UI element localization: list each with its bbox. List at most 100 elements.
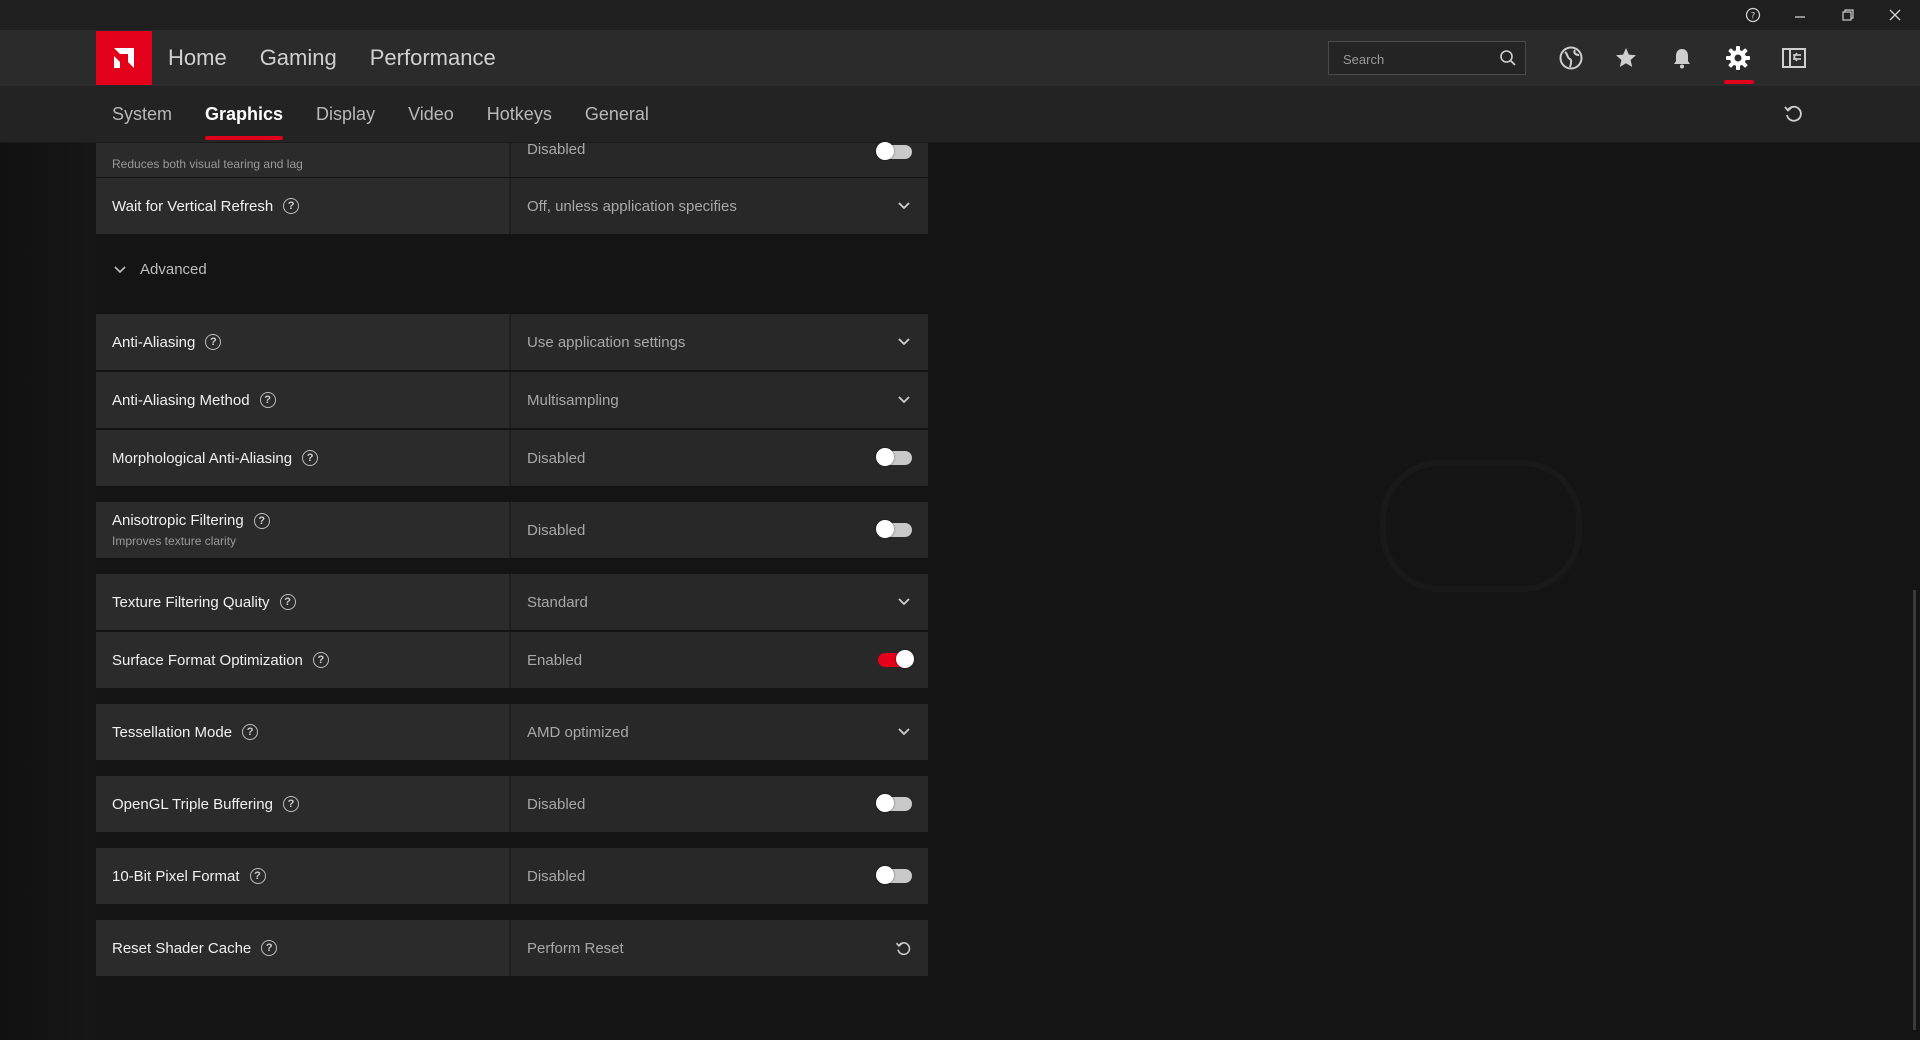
search-input[interactable] — [1329, 42, 1505, 76]
svg-text:?: ? — [1751, 12, 1756, 22]
chevron-down-icon — [898, 338, 910, 346]
setting-value: Multisampling — [527, 391, 619, 409]
star-icon — [1616, 48, 1636, 67]
settings-active-indicator — [1724, 80, 1754, 84]
chevron-down-icon — [898, 202, 910, 210]
setting-row-anti-aliasing: Anti-Aliasing ? Use application settings — [96, 314, 928, 370]
settings-subnav: System Graphics Display Video Hotkeys Ge… — [0, 86, 1920, 143]
help-icon[interactable]: ? — [249, 868, 266, 884]
search-box — [1328, 41, 1526, 76]
sidebar-toggle-button[interactable] — [1778, 42, 1810, 74]
setting-label: Reset Shader Cache — [112, 939, 252, 957]
setting-row-partial: Reduces both visual tearing and lag Disa… — [96, 141, 928, 177]
setting-value: Disabled — [527, 521, 586, 539]
setting-value: Disabled — [527, 795, 586, 813]
restore-icon — [1842, 9, 1854, 21]
help-icon[interactable]: ? — [302, 450, 319, 466]
gear-icon — [1726, 46, 1750, 70]
close-icon — [1889, 9, 1901, 21]
advanced-label: Advanced — [140, 261, 207, 278]
morph-aa-toggle[interactable] — [876, 448, 912, 466]
reset-icon — [895, 942, 911, 956]
perform-reset-button[interactable]: Perform Reset — [511, 920, 928, 976]
setting-label: Texture Filtering Quality — [112, 593, 270, 611]
help-icon[interactable]: ? — [261, 940, 278, 956]
settings-button[interactable] — [1722, 42, 1754, 74]
favorites-button[interactable] — [1610, 42, 1642, 74]
help-icon[interactable]: ? — [242, 724, 259, 740]
aa-method-dropdown[interactable]: Multisampling — [511, 372, 928, 428]
chevron-down-icon — [114, 265, 126, 273]
setting-value: AMD optimized — [527, 723, 629, 741]
setting-row-shader-cache: Reset Shader Cache ? Perform Reset — [96, 920, 928, 976]
aniso-toggle[interactable] — [876, 520, 912, 538]
advanced-section-toggle[interactable]: Advanced — [112, 261, 207, 278]
setting-row-morph-aa: Morphological Anti-Aliasing ? Disabled — [96, 430, 928, 486]
nav-performance[interactable]: Performance — [370, 45, 496, 71]
help-window-button[interactable]: ? — [1730, 0, 1776, 30]
setting-value: Perform Reset — [527, 939, 624, 957]
vertical-refresh-dropdown[interactable]: Off, unless application specifies — [511, 178, 928, 234]
tab-general[interactable]: General — [585, 104, 649, 125]
chevron-down-icon — [898, 728, 910, 736]
help-icon: ? — [1745, 7, 1761, 23]
anti-aliasing-dropdown[interactable]: Use application settings — [511, 314, 928, 370]
setting-value: Off, unless application specifies — [527, 197, 737, 215]
texture-quality-dropdown[interactable]: Standard — [511, 574, 928, 630]
help-icon[interactable]: ? — [282, 796, 299, 812]
close-button[interactable] — [1872, 0, 1918, 30]
sidebar-panel-icon — [1782, 48, 1806, 68]
help-icon[interactable]: ? — [259, 392, 276, 408]
setting-value: Use application settings — [527, 333, 686, 351]
chevron-down-icon — [898, 598, 910, 606]
amd-logo[interactable] — [96, 31, 152, 85]
setting-value: Standard — [527, 593, 588, 611]
ten-bit-toggle[interactable] — [876, 866, 912, 884]
setting-label: Wait for Vertical Refresh — [112, 197, 274, 215]
setting-row-tessellation: Tessellation Mode ? AMD optimized — [96, 704, 928, 760]
restore-button[interactable] — [1825, 0, 1871, 30]
reset-icon — [1784, 105, 1802, 122]
main-header: Home Gaming Performance — [0, 30, 1920, 86]
toggle-switch[interactable] — [876, 142, 912, 160]
nav-home[interactable]: Home — [168, 45, 227, 71]
setting-label: Anisotropic Filtering — [112, 512, 244, 529]
notifications-button[interactable] — [1666, 42, 1698, 74]
setting-row-surface-format: Surface Format Optimization ? Enabled — [96, 632, 928, 688]
title-bar: ? — [0, 0, 1920, 30]
setting-description: Reduces both visual tearing and lag — [112, 157, 303, 171]
tab-hotkeys[interactable]: Hotkeys — [487, 104, 552, 125]
setting-description: Improves texture clarity — [112, 534, 237, 548]
chevron-down-icon — [898, 396, 910, 404]
globe-icon — [1559, 46, 1583, 70]
reset-all-button[interactable] — [1782, 102, 1804, 129]
setting-label: Morphological Anti-Aliasing — [112, 449, 293, 467]
setting-row-vertical-refresh: Wait for Vertical Refresh ? Off, unless … — [96, 178, 928, 234]
background-ghost-shape — [1380, 460, 1582, 592]
help-icon[interactable]: ? — [253, 512, 270, 529]
tab-video[interactable]: Video — [408, 104, 454, 125]
surface-format-toggle[interactable] — [878, 650, 914, 668]
help-icon[interactable]: ? — [205, 334, 222, 350]
tessellation-dropdown[interactable]: AMD optimized — [511, 704, 928, 760]
main-nav: Home Gaming Performance — [168, 30, 529, 86]
help-icon[interactable]: ? — [312, 652, 329, 668]
help-icon[interactable]: ? — [279, 594, 296, 610]
setting-label: OpenGL Triple Buffering — [112, 795, 273, 813]
setting-value: Disabled — [527, 449, 586, 467]
minimize-button[interactable] — [1777, 0, 1823, 30]
tab-display[interactable]: Display — [316, 104, 375, 125]
background-left-blur — [0, 143, 96, 1040]
tab-graphics[interactable]: Graphics — [205, 104, 284, 140]
bell-icon — [1674, 49, 1690, 69]
help-icon[interactable]: ? — [283, 198, 300, 214]
setting-row-aa-method: Anti-Aliasing Method ? Multisampling — [96, 372, 928, 428]
nav-gaming[interactable]: Gaming — [260, 45, 337, 71]
setting-row-aniso: Anisotropic Filtering ? Improves texture… — [96, 502, 928, 558]
opengl-triple-toggle[interactable] — [876, 794, 912, 812]
scrollbar[interactable] — [1913, 590, 1916, 1030]
tab-system[interactable]: System — [112, 104, 172, 125]
search-icon[interactable] — [1499, 49, 1517, 67]
setting-label: 10-Bit Pixel Format — [112, 867, 240, 885]
globe-button[interactable] — [1555, 42, 1587, 74]
